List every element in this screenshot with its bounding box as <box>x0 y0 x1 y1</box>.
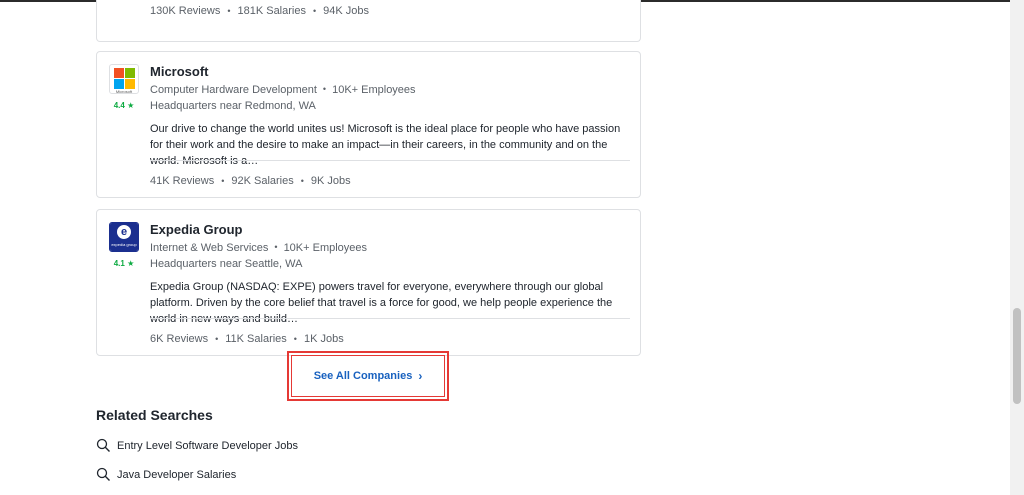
logo-text: expedia group <box>111 242 137 247</box>
related-search-item[interactable]: Entry Level Software Developer Jobs <box>96 438 298 453</box>
company-stats: 6K Reviews • 11K Salaries • 1K Jobs <box>150 333 344 345</box>
company-size: 10K+ Employees <box>283 242 368 254</box>
see-all-label: See All Companies <box>313 370 413 382</box>
separator-dot: • <box>322 84 327 94</box>
reviews-link[interactable]: 41K Reviews <box>150 175 214 187</box>
microsoft-logo[interactable]: Microsoft <box>109 64 139 94</box>
company-industry: Internet & Web Services <box>150 242 269 254</box>
scrollbar[interactable] <box>1010 0 1024 495</box>
salaries-link[interactable]: 11K Salaries <box>225 333 287 345</box>
company-name[interactable]: Microsoft <box>150 64 209 79</box>
separator-dot: • <box>227 6 231 16</box>
related-search-item[interactable]: Java Developer Salaries <box>96 467 236 482</box>
company-stats: 41K Reviews • 92K Salaries • 9K Jobs <box>150 175 351 187</box>
jobs-link[interactable]: 9K Jobs <box>311 175 351 187</box>
reviews-link[interactable]: 130K Reviews <box>150 5 220 17</box>
divider <box>150 160 630 161</box>
microsoft-logo-icon <box>114 68 135 89</box>
company-card-partial[interactable]: 130K Reviews • 181K Salaries • 94K Jobs <box>96 0 641 42</box>
company-card-expedia[interactable]: e expedia group 4.1 ★ Expedia Group Inte… <box>96 209 641 356</box>
chevron-right-icon: › <box>418 369 423 383</box>
salaries-link[interactable]: 181K Salaries <box>237 5 306 17</box>
expedia-logo-icon: e expedia group <box>110 223 138 251</box>
salaries-link[interactable]: 92K Salaries <box>231 175 293 187</box>
jobs-link[interactable]: 1K Jobs <box>304 333 344 345</box>
company-card-microsoft[interactable]: Microsoft 4.4 ★ Microsoft Computer Hardw… <box>96 51 641 198</box>
company-name[interactable]: Expedia Group <box>150 222 242 237</box>
company-meta: Computer Hardware Development • 10K+ Emp… <box>150 84 416 96</box>
company-meta: Internet & Web Services • 10K+ Employees <box>150 242 367 254</box>
company-headquarters: Headquarters near Redmond, WA <box>150 100 316 112</box>
see-all-companies-button[interactable]: See All Companies › <box>291 355 445 397</box>
scrollbar-thumb[interactable] <box>1013 308 1021 404</box>
separator-dot: • <box>300 176 304 186</box>
separator-dot: • <box>312 6 317 16</box>
company-stats: 130K Reviews • 181K Salaries • 94K Jobs <box>150 5 369 17</box>
company-industry: Computer Hardware Development <box>150 84 317 96</box>
separator-dot: • <box>221 176 225 186</box>
related-searches-heading: Related Searches <box>96 407 213 423</box>
company-description: Our drive to change the world unites us!… <box>150 123 621 167</box>
company-rating: 4.1 ★ <box>113 259 135 268</box>
company-headquarters: Headquarters near Seattle, WA <box>150 258 303 270</box>
company-description: Expedia Group (NASDAQ: EXPE) powers trav… <box>150 281 613 325</box>
related-search-label: Java Developer Salaries <box>117 468 237 481</box>
company-size: 10K+ Employees <box>332 84 416 96</box>
search-icon <box>96 438 110 452</box>
related-search-label: Entry Level Software Developer Jobs <box>117 439 298 452</box>
company-rating: 4.4 ★ <box>113 101 135 110</box>
separator-dot: • <box>293 334 297 344</box>
divider <box>150 318 630 319</box>
search-icon <box>96 467 110 481</box>
separator-dot: • <box>274 242 278 252</box>
reviews-link[interactable]: 6K Reviews <box>150 333 208 345</box>
logo-text: Microsoft <box>115 89 133 94</box>
expedia-logo[interactable]: e expedia group <box>109 222 139 252</box>
separator-dot: • <box>215 334 219 344</box>
jobs-link[interactable]: 94K Jobs <box>323 5 369 17</box>
